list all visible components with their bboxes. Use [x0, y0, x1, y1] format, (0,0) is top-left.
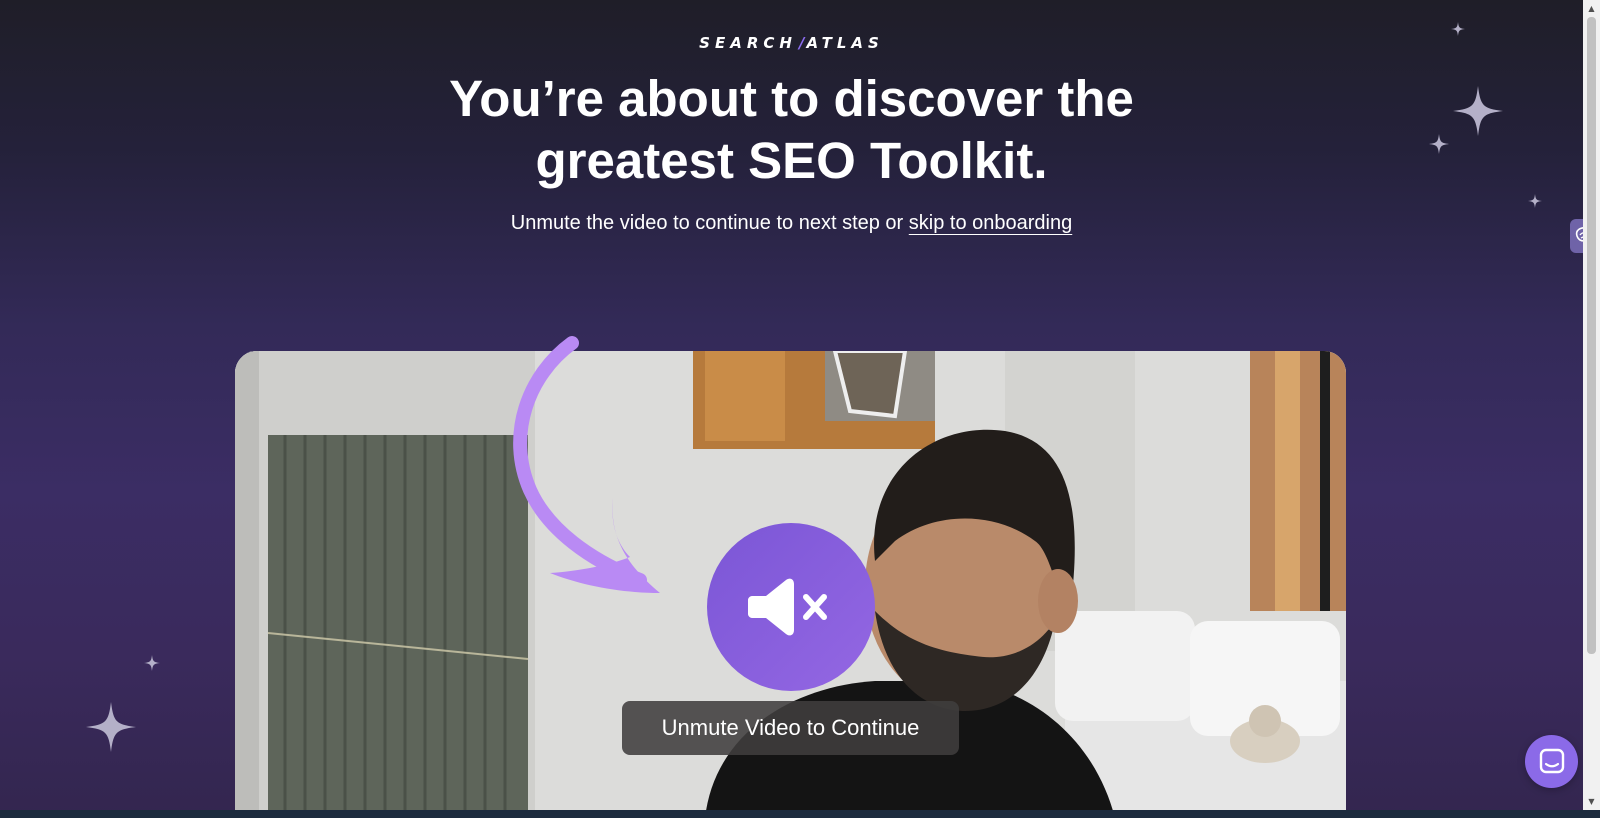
headline-line-2: greatest SEO Toolkit. [535, 132, 1048, 189]
logo-word-search: SEARCH [699, 34, 797, 52]
onboarding-page: SEARCH / ATLAS You’re about to discover th… [0, 0, 1600, 818]
unmute-video-label[interactable]: Unmute Video to Continue [622, 701, 959, 755]
unmute-video-button[interactable] [707, 523, 875, 691]
sparkle-icon [1528, 194, 1542, 208]
chat-launcher-button[interactable] [1525, 735, 1578, 788]
instruction-text-main: Unmute the video to continue to next ste… [510, 212, 909, 234]
volume-muted-icon [748, 578, 827, 636]
sparkle-icon [1453, 86, 1503, 136]
sparkle-icon [144, 655, 160, 671]
sparkle-icon [86, 702, 136, 752]
page-scrollbar[interactable]: ▲ ▼ [1583, 0, 1600, 810]
curved-arrow-icon [513, 336, 660, 593]
sparkle-icon [1451, 22, 1465, 36]
search-atlas-logo: SEARCH / ATLAS [0, 34, 1583, 52]
logo-slash: / [798, 34, 805, 52]
page-headline: You’re about to discover the greatest SE… [0, 68, 1583, 192]
taskbar-strip [0, 810, 1600, 818]
sparkle-icon [1429, 134, 1449, 154]
chat-bubble-icon [1539, 748, 1564, 773]
headline-line-1: You’re about to discover the [449, 70, 1134, 127]
scrollbar-thumb[interactable] [1587, 17, 1596, 654]
scroll-up-arrow-icon[interactable]: ▲ [1583, 0, 1600, 17]
logo-word-atlas: ATLAS [806, 34, 884, 52]
scroll-down-arrow-icon[interactable]: ▼ [1583, 793, 1600, 810]
instruction-text: Unmute the video to continue to next ste… [0, 212, 1583, 235]
skip-to-onboarding-link[interactable]: skip to onboarding [909, 212, 1072, 234]
